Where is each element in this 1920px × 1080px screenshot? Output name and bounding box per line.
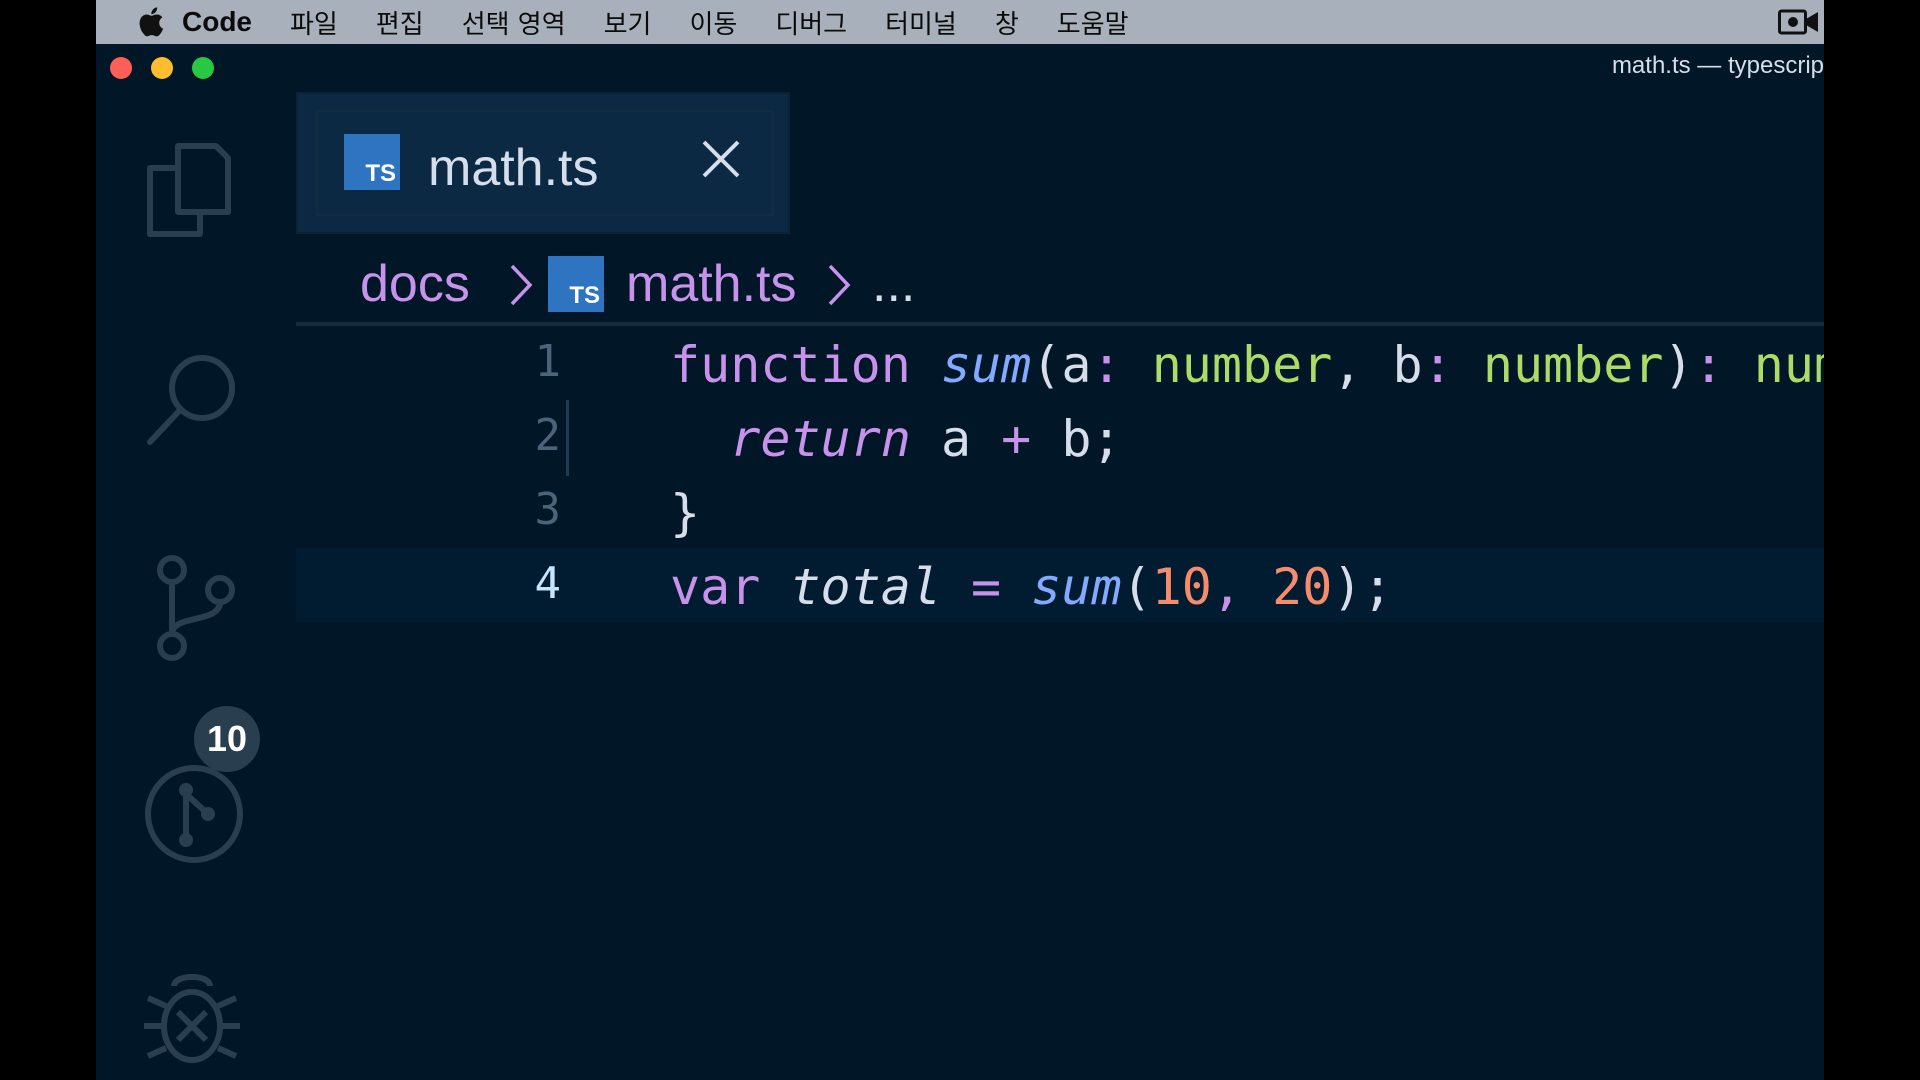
token-identifier: a	[910, 410, 1002, 468]
menu-bar: Code 파일 편집 선택 영역 보기 이동 디버그 터미널 창 도움말	[96, 0, 1824, 44]
menu-debug[interactable]: 디버그	[775, 4, 847, 41]
tab-label[interactable]: math.ts	[428, 138, 599, 198]
screen-record-icon[interactable]	[1778, 8, 1820, 36]
code-text: var total = sum(10, 20);	[670, 558, 1393, 616]
chevron-right-icon	[510, 264, 533, 306]
code-line[interactable]: 1 function sum(a: number, b: number): nu…	[296, 326, 1825, 400]
ts-icon-text: TS	[569, 282, 600, 309]
activity-bar: 10	[96, 92, 296, 1080]
menu-app-name[interactable]: Code	[182, 6, 252, 38]
explorer-icon[interactable]	[144, 140, 234, 240]
token-paren: )	[1663, 336, 1694, 394]
code-line[interactable]: 3 }	[296, 474, 1824, 548]
close-window-button[interactable]	[110, 57, 132, 79]
line-number: 3	[534, 484, 562, 535]
apple-icon[interactable]	[136, 5, 170, 39]
token-comma: ,	[1211, 558, 1243, 616]
token-type: number	[1482, 336, 1664, 394]
token-function: sum	[1031, 558, 1122, 616]
line-number: 2	[534, 410, 562, 461]
code-line-current[interactable]: 4 var total = sum(10, 20);	[296, 548, 1824, 622]
line-number: 4	[534, 558, 562, 609]
token-function: sum	[940, 336, 1032, 394]
tab-bar: TS math.ts	[296, 92, 1824, 234]
menu-help[interactable]: 도움말	[1057, 4, 1129, 41]
chevron-right-icon	[828, 264, 851, 306]
code-text: function sum(a: number, b: number): numb…	[670, 336, 1824, 394]
close-icon[interactable]	[698, 136, 744, 182]
window-title: math.ts — typescrip	[1611, 52, 1824, 79]
breadcrumb-folder[interactable]: docs	[360, 254, 470, 314]
minimize-window-button[interactable]	[151, 57, 173, 79]
menu-view[interactable]: 보기	[604, 4, 652, 41]
token-keyword: var	[670, 558, 761, 616]
token-colon: :	[1091, 336, 1122, 394]
zoom-window-button[interactable]	[192, 57, 214, 79]
typescript-file-icon: TS	[548, 256, 604, 312]
token-param: , b	[1332, 336, 1423, 394]
breadcrumb: docs TS math.ts ...	[296, 234, 1824, 326]
menu-terminal[interactable]: 터미널	[885, 4, 957, 41]
code-text: return a + b;	[670, 410, 1122, 468]
token-identifier: b;	[1031, 410, 1122, 468]
indent-guide	[566, 400, 569, 476]
menu-edit[interactable]: 편집	[376, 4, 424, 41]
token-type: number	[1753, 336, 1824, 394]
breadcrumb-more[interactable]: ...	[872, 254, 915, 314]
token-colon: :	[1693, 336, 1724, 394]
token-variable: total	[790, 558, 941, 616]
line-number: 1	[534, 336, 562, 387]
typescript-file-icon: TS	[344, 134, 400, 190]
breadcrumb-file[interactable]: math.ts	[626, 254, 797, 314]
token-brace: }	[670, 484, 701, 542]
title-bar: math.ts — typescrip	[96, 44, 1824, 92]
git-graph-icon[interactable]	[144, 764, 244, 864]
ts-icon-text: TS	[365, 160, 396, 187]
token-keyword: function	[670, 336, 911, 394]
token-colon: :	[1422, 336, 1453, 394]
token-keyword: return	[730, 410, 911, 468]
search-icon[interactable]	[144, 350, 244, 450]
code-line[interactable]: 2 return a + b;	[296, 400, 1824, 474]
screen: Code 파일 편집 선택 영역 보기 이동 디버그 터미널 창 도움말 mat…	[96, 0, 1824, 1080]
token-number: 10	[1151, 558, 1212, 616]
menu-file[interactable]: 파일	[290, 4, 338, 41]
menu-go[interactable]: 이동	[689, 4, 737, 41]
token-paren: );	[1332, 558, 1393, 616]
token-paren: (	[1121, 558, 1152, 616]
tab-math-ts[interactable]: TS math.ts	[296, 92, 790, 234]
code-editor[interactable]: 1 function sum(a: number, b: number): nu…	[296, 326, 1824, 1080]
menu-window[interactable]: 창	[995, 4, 1019, 41]
token-param: (a	[1031, 336, 1092, 394]
menu-selection[interactable]: 선택 영역	[462, 4, 566, 41]
token-type: number	[1151, 336, 1333, 394]
token-operator: +	[1001, 410, 1032, 468]
token-operator: =	[971, 558, 1002, 616]
code-text: }	[670, 484, 700, 542]
token-number: 20	[1272, 558, 1333, 616]
debug-icon[interactable]	[140, 968, 244, 1072]
source-control-icon[interactable]	[152, 554, 242, 664]
